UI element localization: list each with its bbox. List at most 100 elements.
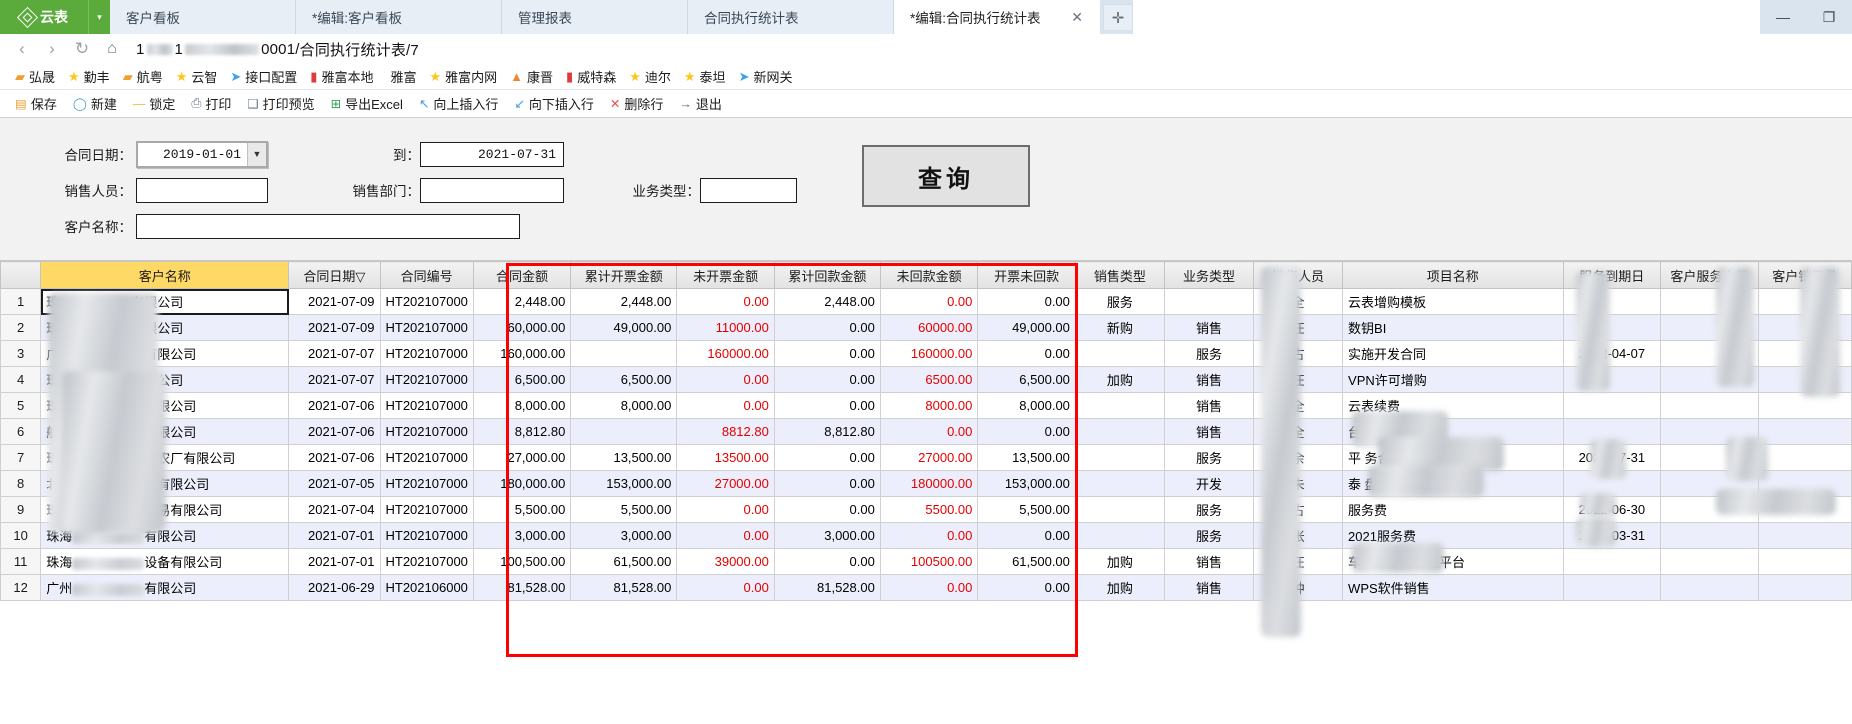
cell-csale[interactable] xyxy=(1757,574,1852,601)
cell-project[interactable]: 数钥BI xyxy=(1342,314,1564,341)
cell-received[interactable]: 0.00 xyxy=(773,470,881,497)
bookmark-1[interactable]: ▰ 弘晟 xyxy=(10,67,60,86)
cell-uninv[interactable]: 13500.00 xyxy=(676,444,775,471)
cell-saletype[interactable]: 加购 xyxy=(1074,574,1165,601)
cell-amount[interactable]: 60,000.00 xyxy=(472,314,572,341)
cell-invoiced[interactable]: 5,500.00 xyxy=(570,496,678,523)
cell-cs[interactable] xyxy=(1660,574,1759,601)
cell-unrecv[interactable]: 27000.00 xyxy=(879,444,979,471)
column-header-uninv[interactable]: 未开票金额 xyxy=(676,261,775,289)
cell-received[interactable]: 0.00 xyxy=(773,392,881,419)
cell-code[interactable]: HT202107000 xyxy=(379,444,474,471)
cell-biztype[interactable]: 服务 xyxy=(1163,444,1255,471)
cloudtable-logo-button[interactable]: 云表 xyxy=(0,0,88,34)
cell-biztype[interactable]: 服务 xyxy=(1163,496,1255,523)
column-header-rownum[interactable] xyxy=(0,261,42,289)
minimize-icon[interactable]: — xyxy=(1760,0,1806,34)
bookmark-7[interactable]: 雅富 xyxy=(381,67,421,86)
cell-unrecv[interactable]: 6500.00 xyxy=(879,366,979,393)
cell-biztype[interactable]: 销售 xyxy=(1163,314,1255,341)
column-header-received[interactable]: 累计回款金额 xyxy=(773,261,881,289)
cell-biztype[interactable]: 销售 xyxy=(1163,548,1255,575)
cell-received[interactable]: 3,000.00 xyxy=(773,522,881,549)
tab-customer-board[interactable]: 客户看板 xyxy=(110,0,296,34)
cell-expiry[interactable] xyxy=(1562,574,1662,601)
back-icon[interactable]: ‹ xyxy=(8,36,36,62)
bookmark-9[interactable]: ▲ 康晋 xyxy=(505,67,558,86)
cell-uninv[interactable]: 39000.00 xyxy=(676,548,775,575)
cell-invoiced[interactable]: 6,500.00 xyxy=(570,366,678,393)
toolbar-delete-row-button[interactable]: ✕ 删除行 xyxy=(603,92,671,115)
cell-rownum[interactable]: 3 xyxy=(0,340,42,367)
cell-received[interactable]: 0.00 xyxy=(773,548,881,575)
toolbar-save-button[interactable]: ▤ 保存 xyxy=(8,92,64,115)
cell-unrecv[interactable]: 160000.00 xyxy=(879,340,979,367)
cell-project[interactable]: 服务费 xyxy=(1342,496,1564,523)
cell-uninv[interactable]: 0.00 xyxy=(676,392,775,419)
cell-invoiced[interactable] xyxy=(570,418,678,445)
cell-customer[interactable]: 珠海 设备有限公司 xyxy=(40,548,290,575)
cell-received[interactable]: 0.00 xyxy=(773,366,881,393)
cell-date[interactable]: 2021-07-06 xyxy=(288,392,381,419)
cell-date[interactable]: 2021-07-09 xyxy=(288,314,381,341)
cell-invunrec[interactable]: 0.00 xyxy=(977,288,1076,315)
cell-rownum[interactable]: 12 xyxy=(0,574,42,601)
bookmark-4[interactable]: ★ 云智 xyxy=(171,67,223,86)
cell-unrecv[interactable]: 0.00 xyxy=(879,418,979,445)
column-header-amount[interactable]: 合同金额 xyxy=(472,261,572,289)
cell-invoiced[interactable]: 81,528.00 xyxy=(570,574,678,601)
table-row[interactable]: 8北京技有限公司2021-07-05HT202107000180,000.001… xyxy=(0,470,1852,497)
cell-uninv[interactable]: 11000.00 xyxy=(676,314,775,341)
cell-uninv[interactable]: 0.00 xyxy=(676,288,775,315)
toolbar-exit-button[interactable]: → 退出 xyxy=(672,92,729,115)
address-text[interactable]: 1 1 0001/ 合同执行统计表/7 xyxy=(136,39,419,60)
home-icon[interactable]: ⌂ xyxy=(98,36,126,62)
cell-amount[interactable]: 2,448.00 xyxy=(472,288,572,315)
toolbar-export-excel-button[interactable]: ⊞ 导出Excel xyxy=(324,92,410,115)
tab-management-report[interactable]: 管理报表 xyxy=(502,0,688,34)
cell-invunrec[interactable]: 8,000.00 xyxy=(977,392,1076,419)
cell-date[interactable]: 2021-07-01 xyxy=(288,548,381,575)
cell-invoiced[interactable]: 61,500.00 xyxy=(570,548,678,575)
cell-rownum[interactable]: 11 xyxy=(0,548,42,575)
cell-invoiced[interactable]: 8,000.00 xyxy=(570,392,678,419)
cell-expiry[interactable] xyxy=(1562,392,1662,419)
cell-biztype[interactable]: 销售 xyxy=(1163,418,1255,445)
cell-amount[interactable]: 180,000.00 xyxy=(472,470,572,497)
cell-code[interactable]: HT202107000 xyxy=(379,418,474,445)
cell-biztype[interactable]: 销售 xyxy=(1163,392,1255,419)
cell-amount[interactable]: 8,000.00 xyxy=(472,392,572,419)
cell-received[interactable]: 0.00 xyxy=(773,314,881,341)
cell-saletype[interactable] xyxy=(1074,444,1165,471)
bookmark-2[interactable]: ★ 勤丰 xyxy=(63,67,115,86)
column-header-code[interactable]: 合同编号 xyxy=(379,261,474,289)
cell-unrecv[interactable]: 180000.00 xyxy=(879,470,979,497)
sales-dept-input[interactable] xyxy=(420,177,564,203)
table-row[interactable]: 7珠海业农厂有限公司2021-07-06HT20210700027,000.00… xyxy=(0,444,1852,471)
cell-invunrec[interactable]: 13,500.00 xyxy=(977,444,1076,471)
cell-csale[interactable] xyxy=(1757,522,1852,549)
cell-invunrec[interactable]: 6,500.00 xyxy=(977,366,1076,393)
cell-code[interactable]: HT202107000 xyxy=(379,470,474,497)
cell-rownum[interactable]: 5 xyxy=(0,392,42,419)
cell-uninv[interactable]: 27000.00 xyxy=(676,470,775,497)
cell-invoiced[interactable] xyxy=(570,340,678,367)
cell-csale[interactable] xyxy=(1757,548,1852,575)
cell-biztype[interactable]: 开发 xyxy=(1163,470,1255,497)
bookmark-12[interactable]: ★ 泰坦 xyxy=(679,67,731,86)
cell-invoiced[interactable]: 153,000.00 xyxy=(570,470,678,497)
table-row[interactable]: 3广材有限公司2021-07-07HT202107000160,000.0016… xyxy=(0,340,1852,367)
cell-received[interactable]: 0.00 xyxy=(773,444,881,471)
toolbar-new-button[interactable]: ◯ 新建 xyxy=(66,92,124,115)
cell-invoiced[interactable]: 2,448.00 xyxy=(570,288,678,315)
bookmark-6[interactable]: ▮ 雅富本地 xyxy=(305,67,378,86)
cell-code[interactable]: HT202106000 xyxy=(379,574,474,601)
cell-received[interactable]: 8,812.80 xyxy=(773,418,881,445)
toolbar-print-button[interactable]: ⎙ 打印 xyxy=(184,92,238,115)
close-icon[interactable]: ✕ xyxy=(1049,9,1083,26)
cell-biztype[interactable]: 销售 xyxy=(1163,574,1255,601)
chevron-down-icon[interactable]: ▼ xyxy=(247,142,266,166)
bookmark-10[interactable]: ▮ 威特森 xyxy=(561,67,621,86)
cell-uninv[interactable]: 160000.00 xyxy=(676,340,775,367)
cell-amount[interactable]: 6,500.00 xyxy=(472,366,572,393)
